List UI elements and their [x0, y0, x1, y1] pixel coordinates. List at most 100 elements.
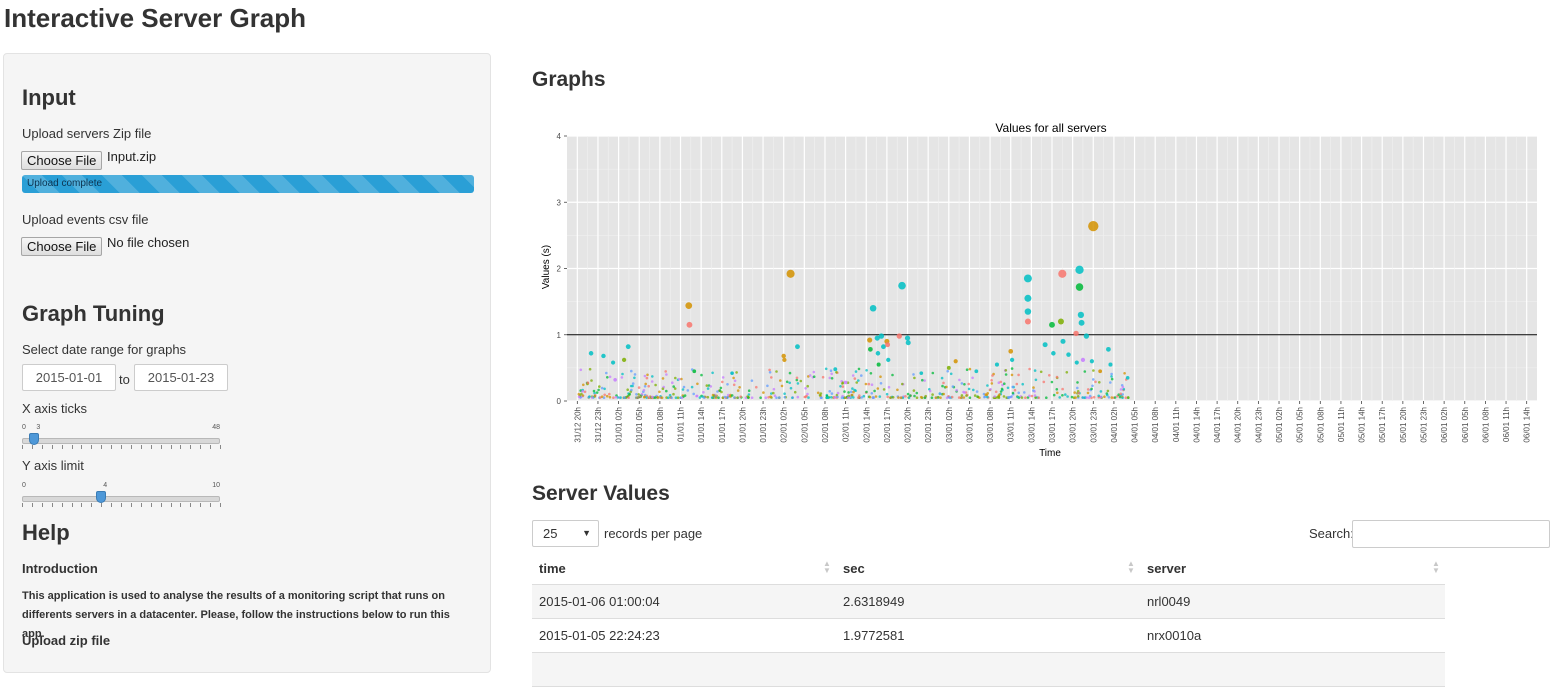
data-point [732, 383, 736, 387]
data-point [999, 380, 1003, 384]
zip-choose-file-button[interactable]: Choose File [21, 151, 103, 170]
data-point [864, 382, 868, 386]
data-point [1110, 377, 1114, 381]
server-values-table: time ▲ ▼ sec ▲ ▼ server ▲ ▼ 2015-01-06 01:0… [532, 552, 1445, 687]
data-point [986, 395, 989, 399]
data-point [804, 387, 807, 390]
data-point [960, 382, 964, 385]
slider-tick [200, 503, 202, 507]
data-point [830, 396, 833, 399]
data-point [860, 374, 863, 377]
records-per-page-select[interactable]: 25 ▼ [532, 520, 599, 547]
data-point [775, 370, 778, 373]
data-point [579, 368, 583, 372]
x-ticks-slider[interactable]: 0 48 3 [22, 424, 221, 456]
data-point [857, 396, 860, 399]
data-point [849, 390, 853, 394]
data-point [696, 382, 699, 386]
y-limit-slider[interactable]: 0 10 4 [22, 482, 221, 514]
date-end-input[interactable]: 2015-01-23 [134, 364, 228, 391]
sort-icon[interactable]: ▲ ▼ [1127, 560, 1135, 575]
data-point [593, 394, 597, 398]
x-ticks-min-label: 0 [22, 424, 26, 431]
sort-icon[interactable]: ▲ ▼ [1432, 560, 1440, 575]
slider-tick [31, 445, 33, 449]
table-row[interactable] [532, 653, 1445, 687]
slider-tick [180, 503, 182, 507]
table-row[interactable]: 2015-01-05 22:24:23 1.9772581 nrx0010a [532, 619, 1445, 653]
data-point [1077, 311, 1085, 319]
slider-tick [140, 445, 142, 449]
data-point [711, 371, 714, 375]
data-point [816, 391, 820, 395]
data-point [1078, 319, 1085, 326]
date-range-label: Select date range for graphs [22, 342, 187, 357]
data-point [1110, 372, 1113, 376]
y-limit-slider-handle[interactable] [96, 491, 107, 503]
x-tick-label: 03/01 17h [1048, 407, 1057, 443]
data-point [949, 372, 953, 376]
data-point [674, 376, 677, 380]
slider-tick [150, 503, 152, 507]
data-point [828, 390, 831, 393]
data-point [931, 393, 934, 396]
data-point [735, 371, 738, 374]
data-point [951, 385, 955, 388]
x-ticks-slider-track[interactable] [22, 438, 220, 444]
data-point [1092, 369, 1095, 372]
x-tick-label: 01/01 02h [615, 407, 624, 443]
column-header-sec[interactable]: sec [843, 561, 865, 576]
data-point [719, 386, 723, 390]
data-point [788, 381, 791, 385]
data-point [1086, 388, 1090, 391]
zip-progress-text: Upload complete [27, 178, 103, 189]
data-point [637, 386, 641, 389]
data-point [619, 396, 622, 399]
search-input[interactable] [1352, 520, 1550, 548]
data-point [1121, 385, 1125, 389]
slider-tick [91, 445, 93, 449]
table-header: time ▲ ▼ sec ▲ ▼ server ▲ ▼ [532, 552, 1445, 585]
data-point [1004, 373, 1008, 376]
data-point [772, 391, 775, 395]
data-point [1037, 396, 1040, 400]
table-row[interactable]: 2015-01-06 01:00:04 2.6318949 nrl0049 [532, 585, 1445, 619]
data-point [736, 389, 740, 392]
data-point [865, 369, 868, 372]
data-point [786, 269, 795, 278]
data-point [960, 394, 964, 397]
data-point [896, 333, 902, 339]
data-point [643, 374, 647, 378]
column-header-time[interactable]: time [539, 561, 566, 576]
data-point [665, 389, 668, 393]
data-point [796, 382, 800, 385]
data-point [1006, 386, 1010, 390]
y-limit-slider-track[interactable] [22, 496, 220, 502]
table-cell-time: 2015-01-06 01:00:04 [539, 594, 660, 609]
data-point [886, 395, 889, 399]
data-point [1091, 384, 1094, 388]
data-point [656, 396, 659, 399]
data-point [854, 370, 858, 373]
data-point [1004, 369, 1008, 372]
date-start-input[interactable]: 2015-01-01 [22, 364, 116, 391]
data-point [865, 390, 868, 394]
data-point [626, 388, 629, 392]
data-point [833, 367, 838, 372]
sort-icon[interactable]: ▲ ▼ [823, 560, 831, 575]
data-point [1061, 387, 1064, 391]
data-point [692, 392, 695, 396]
column-header-server[interactable]: server [1147, 561, 1186, 576]
x-tick-label: 06/01 05h [1461, 407, 1470, 443]
data-point [1064, 393, 1067, 396]
data-point [747, 396, 750, 400]
chart-svg: 0 1 2 3 4 31/12 20h 31/12 23h 01/01 02h 01/01 05… [541, 121, 1537, 459]
csv-upload-label: Upload events csv file [22, 212, 149, 227]
data-point [1076, 395, 1080, 398]
data-point [885, 392, 889, 396]
csv-choose-file-button[interactable]: Choose File [21, 237, 103, 256]
data-point [876, 387, 880, 390]
data-point [1125, 376, 1130, 380]
data-point [1020, 396, 1024, 399]
slider-tick [111, 503, 113, 507]
